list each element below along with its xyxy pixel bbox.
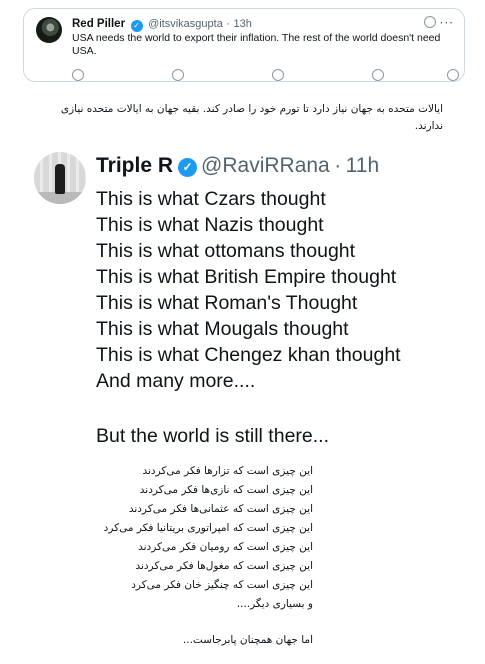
translation-line: این چیزی است که تزارها فکر می‌کردند [142,465,313,477]
verified-badge-icon: ✓ [178,158,198,177]
embedded-author-name: Triple R [96,154,174,177]
embedded-author-avatar [34,152,86,204]
tweet-line: This is what Chengez khan thought [96,344,401,366]
tweet-line: This is what British Empire thought [96,266,397,288]
embedded-tweet-time: 11h [345,154,380,177]
translation-line: این چیزی است که امپراتوری بریتانیا فکر م… [103,522,313,534]
tweet-line: This is what Czars thought [96,188,326,210]
tweet-line: And many more.... [96,370,256,392]
reply-icon[interactable] [72,69,84,81]
translation-line: این چیزی است که عثمانی‌ها فکر می‌کردند [128,503,313,515]
tweet-line: This is what Mougals thought [96,318,349,340]
post-content: Red Piller ✓ @itsvikasgupta · 13h ··· US… [0,0,485,664]
tweet-line: This is what ottomans thought [96,240,356,262]
quoted-author-name[interactable]: Red Piller [72,18,125,30]
embedded-author-handle: @RaviRRana [201,154,330,177]
embedded-tweet-text: This is what Czars thought This is what … [96,186,456,394]
embedded-tweet-header: Triple R ✓ @RaviRRana · 11h [96,154,379,178]
translation-line: این چیزی است که چنگیز خان فکر می‌کرد [131,579,313,591]
time-separator: · [334,154,342,177]
translation-list: این چیزی است که تزارها فکر می‌کردند این … [30,462,313,614]
like-icon[interactable] [272,69,284,81]
translation-closing: اما جهان همچنان پابرجاست... [182,634,313,646]
quoted-author-avatar[interactable] [36,17,62,43]
tweet-line: This is what Roman's Thought [96,292,358,314]
translation-line: این چیزی است که مغول‌ها فکر می‌کردند [135,560,313,572]
repost-icon[interactable] [172,69,184,81]
quoted-tweet-time[interactable]: 13h [234,18,252,30]
quoted-author-handle[interactable]: @itsvikasgupta [148,18,223,30]
grok-icon[interactable] [424,16,436,28]
more-options-icon[interactable]: ··· [440,16,454,30]
views-icon[interactable] [372,69,384,81]
share-icon[interactable] [447,69,459,81]
translation-line: و بسیاری دیگر.... [236,598,313,610]
translation-line: این چیزی است که رومیان فکر می‌کردند [138,541,313,553]
quoted-tweet-actions [72,69,459,81]
quoted-tweet-text: USA needs the world to export their infl… [72,32,441,57]
quoted-tweet-card[interactable]: Red Piller ✓ @itsvikasgupta · 13h ··· US… [23,8,465,82]
translation-paragraph: ایالات متحده به جهان نیاز دارد تا تورم خ… [60,103,443,132]
quoted-tweet-header: Red Piller ✓ @itsvikasgupta · 13h [72,17,252,32]
tweet-line: This is what Nazis thought [96,214,324,236]
verified-badge-icon: ✓ [130,20,143,32]
embedded-tweet-closing: But the world is still there... [96,425,330,447]
time-separator: · [226,18,230,30]
embedded-tweet-image[interactable]: Triple R ✓ @RaviRRana · 11h This is what C… [23,142,463,452]
translation-line: این چیزی است که نازی‌ها فکر می‌کردند [139,484,313,496]
